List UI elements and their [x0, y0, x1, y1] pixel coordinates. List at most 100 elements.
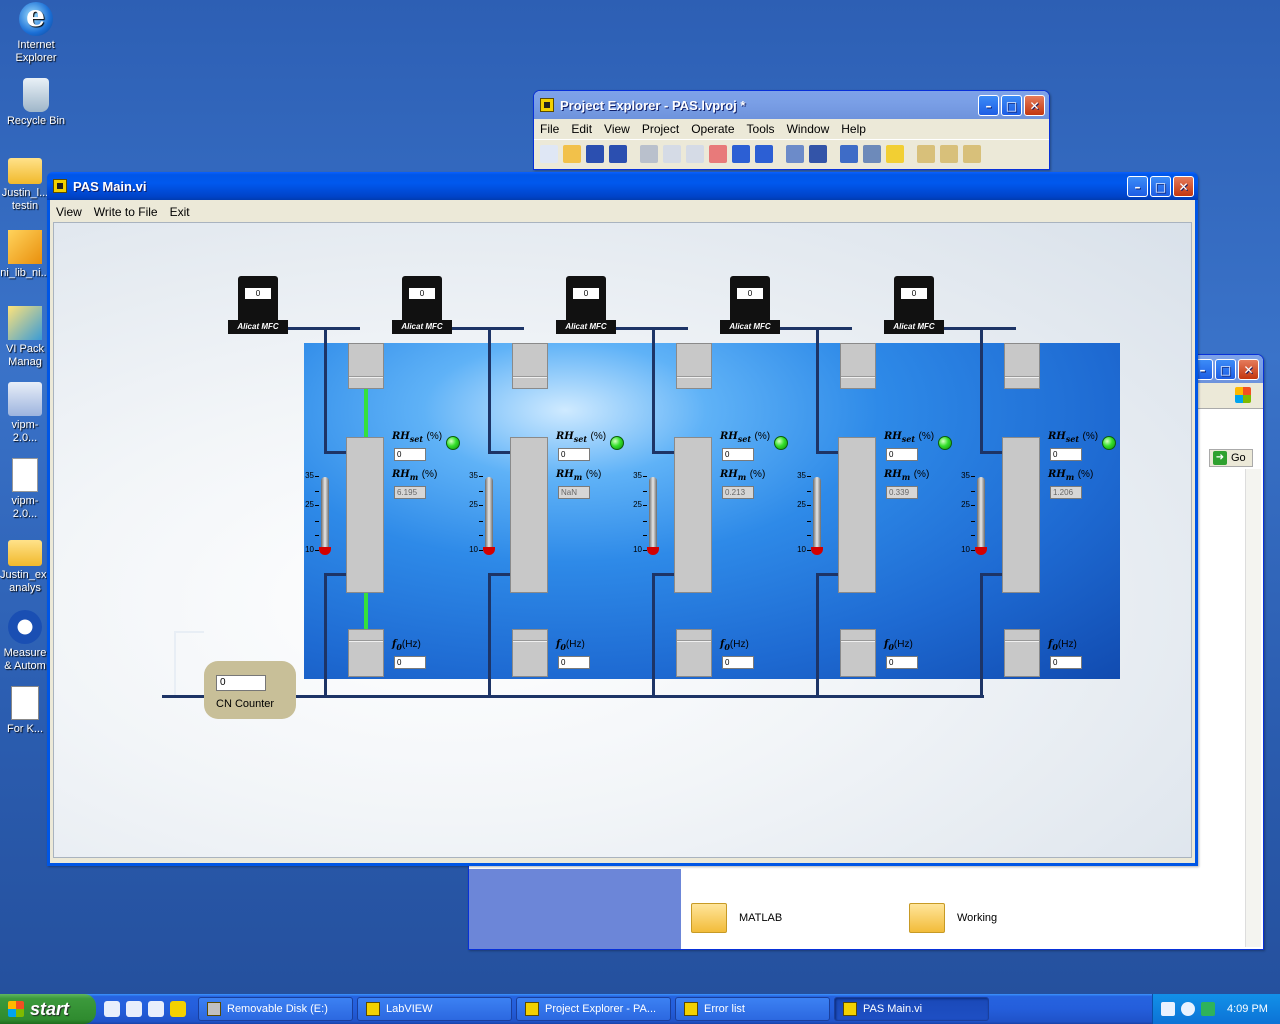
- labview-icon: [525, 1002, 539, 1016]
- explorer-task-pane: [469, 869, 681, 949]
- delete-icon[interactable]: [709, 144, 727, 163]
- menu-exit[interactable]: Exit: [170, 205, 190, 219]
- windows-flag-icon: [8, 1001, 24, 1017]
- task-removable-disk[interactable]: Removable Disk (E:): [198, 997, 353, 1021]
- gauge-tick: [479, 476, 483, 477]
- redo-icon[interactable]: [755, 144, 773, 163]
- internet-explorer-icon[interactable]: [104, 1001, 120, 1017]
- copy-icon[interactable]: [663, 144, 681, 163]
- folder-matlab[interactable]: MATLAB: [691, 903, 782, 933]
- rh-set-input[interactable]: 0: [886, 448, 918, 461]
- mfc-label: Alicat MFC: [392, 320, 452, 334]
- battery-icon[interactable]: [1201, 1002, 1215, 1016]
- explorer-scrollbar[interactable]: [1245, 469, 1261, 947]
- menu-write-to-file[interactable]: Write to File: [94, 205, 158, 219]
- task-labview[interactable]: LabVIEW: [357, 997, 512, 1021]
- menu-view[interactable]: View: [56, 205, 82, 219]
- desktop-icon-label: Internet Explorer: [15, 39, 57, 64]
- desktop-icon-for-k[interactable]: For K...: [0, 686, 50, 736]
- maximize-icon[interactable]: □: [1150, 176, 1171, 197]
- desktop-icon-internet-explorer[interactable]: Internet Explorer: [0, 0, 72, 65]
- task-pas-main[interactable]: PAS Main.vi: [834, 997, 989, 1021]
- measurement-automation-icon[interactable]: [148, 1001, 164, 1017]
- view-icon[interactable]: [840, 144, 858, 163]
- menu-window[interactable]: Window: [787, 122, 830, 136]
- labview-icon: [53, 179, 67, 193]
- windows-flag-icon: [1235, 387, 1251, 403]
- open-icon[interactable]: [563, 144, 581, 163]
- minimize-icon[interactable]: –: [1127, 176, 1148, 197]
- tool-a-icon[interactable]: [917, 144, 935, 163]
- labview-icon[interactable]: [170, 1001, 186, 1017]
- rh-set-sub: set: [573, 434, 588, 444]
- folder-label: MATLAB: [739, 912, 783, 924]
- rh-m-symbol: RH: [884, 469, 902, 480]
- help-icon[interactable]: [1161, 1002, 1175, 1016]
- desktop-icon-justin-analysis[interactable]: Justin_ex... analys: [0, 534, 56, 595]
- browser-icon[interactable]: [126, 1001, 142, 1017]
- folder-working[interactable]: Working: [909, 903, 997, 933]
- cn-counter-value[interactable]: 0: [216, 675, 266, 691]
- tool-c-icon[interactable]: [963, 144, 981, 163]
- close-icon[interactable]: ✕: [1238, 359, 1259, 380]
- task-project-explorer[interactable]: Project Explorer - PA...: [516, 997, 671, 1021]
- build-icon[interactable]: [786, 144, 804, 163]
- rh-set-input[interactable]: 0: [1050, 448, 1082, 461]
- desktop-icon-label: Justin_l... testin: [1, 187, 49, 212]
- desktop-icon-vi-package-manager[interactable]: VI Pack Manag: [0, 306, 50, 369]
- humidifier-column: [510, 437, 548, 593]
- cylinder-ring: [349, 376, 383, 378]
- gauge-tick-label: 35: [797, 471, 806, 480]
- save-icon[interactable]: [586, 144, 604, 163]
- menu-tools[interactable]: Tools: [747, 122, 775, 136]
- rh-set-symbol: RH: [884, 431, 902, 442]
- desktop-icon-justin-testing[interactable]: Justin_l... testin: [0, 152, 50, 213]
- pas-main-title-bar: PAS Main.vi – □ ✕: [47, 172, 1198, 200]
- start-label: start: [30, 998, 70, 1019]
- rh-set-input[interactable]: 0: [558, 448, 590, 461]
- close-icon[interactable]: ✕: [1024, 95, 1045, 116]
- gauge-tick: [971, 535, 975, 536]
- go-arrow-icon: ➜: [1213, 451, 1227, 465]
- caption-buttons: – □ ✕: [978, 95, 1045, 116]
- cn-counter-label: CN Counter: [216, 698, 275, 710]
- network-icon[interactable]: [1181, 1002, 1195, 1016]
- rh-m-unit: (%): [913, 469, 930, 480]
- minimize-icon[interactable]: –: [978, 95, 999, 116]
- menu-operate[interactable]: Operate: [691, 122, 734, 136]
- desktop-icon-vipm-2[interactable]: vipm-2.0...: [0, 458, 50, 521]
- cylinder-ring: [513, 376, 547, 378]
- cut-icon[interactable]: [640, 144, 658, 163]
- desktop-icon-label: vipm-2.0...: [11, 419, 39, 444]
- mfc-display: 0: [245, 288, 271, 299]
- menu-project[interactable]: Project: [642, 122, 679, 136]
- rh-set-input[interactable]: 0: [394, 448, 426, 461]
- rh-set-input[interactable]: 0: [722, 448, 754, 461]
- properties-icon[interactable]: [863, 144, 881, 163]
- task-error-list[interactable]: Error list: [675, 997, 830, 1021]
- undo-icon[interactable]: [732, 144, 750, 163]
- desktop-icon-measurement-automation[interactable]: Measure & Autom: [0, 610, 50, 673]
- new-icon[interactable]: [540, 144, 558, 163]
- desktop-icon-recycle-bin[interactable]: Recycle Bin: [0, 78, 72, 128]
- start-button[interactable]: start: [0, 994, 96, 1024]
- tool-b-icon[interactable]: [940, 144, 958, 163]
- save-all-icon[interactable]: [609, 144, 627, 163]
- mfc-body: 0: [402, 276, 442, 322]
- warning-icon[interactable]: [886, 144, 904, 163]
- desktop-icon-vipm-1[interactable]: vipm-2.0...: [0, 382, 50, 445]
- deploy-icon[interactable]: [809, 144, 827, 163]
- rh-set-unit: (%): [1082, 431, 1099, 442]
- humidifier-column: [346, 437, 384, 593]
- menu-view[interactable]: View: [604, 122, 630, 136]
- paste-icon[interactable]: [686, 144, 704, 163]
- desktop-icon-ni-lib[interactable]: ni_lib_ni...: [0, 230, 50, 280]
- maximize-icon[interactable]: □: [1001, 95, 1022, 116]
- maximize-icon[interactable]: □: [1215, 359, 1236, 380]
- menu-file[interactable]: File: [540, 122, 559, 136]
- close-icon[interactable]: ✕: [1173, 176, 1194, 197]
- explorer-go-button[interactable]: ➜ Go: [1209, 449, 1253, 467]
- menu-help[interactable]: Help: [841, 122, 866, 136]
- menu-edit[interactable]: Edit: [571, 122, 592, 136]
- rh-measured-value: NaN: [558, 486, 590, 499]
